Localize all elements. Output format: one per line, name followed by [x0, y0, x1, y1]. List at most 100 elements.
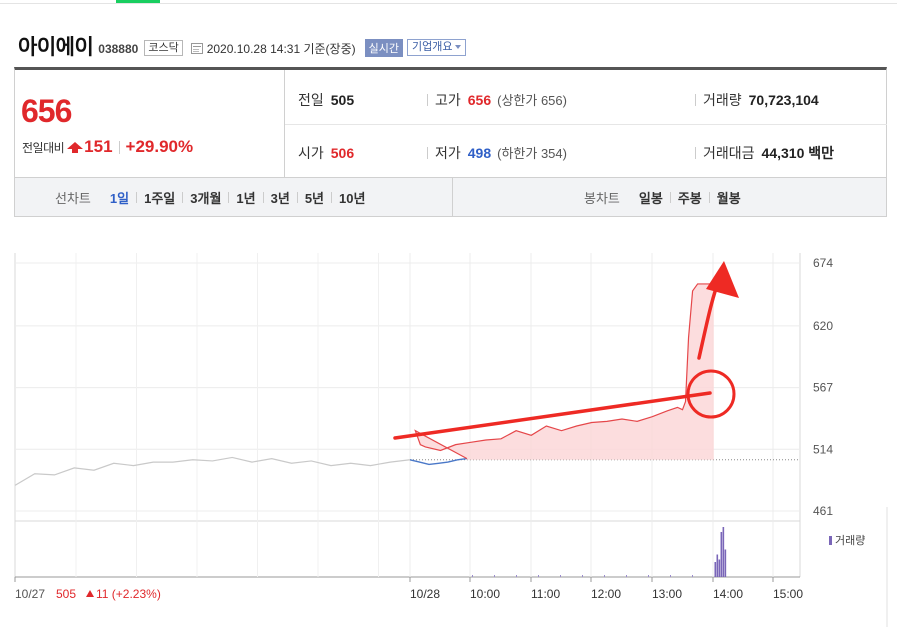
high-value: 656: [467, 92, 492, 108]
trade-amount-value: 44,310 백만: [761, 145, 835, 161]
row-divider: [285, 124, 887, 125]
stock-name: 아이에이: [18, 36, 94, 59]
volume-bar: [560, 575, 561, 577]
volume-bar: [716, 554, 719, 577]
current-price: 656: [21, 93, 72, 129]
divider: [427, 147, 428, 159]
company-overview-label: 기업개요: [412, 41, 453, 53]
calendar-icon: [190, 43, 203, 54]
volume-bar: [626, 575, 627, 577]
candle-chart-tabs: 봉차트 일봉 주봉 월봉: [584, 178, 748, 216]
stock-code: 038880: [98, 41, 139, 56]
trade-amount: 거래대금 44,310 백만: [703, 143, 834, 163]
tab-monthly-candle[interactable]: 월봉: [710, 188, 748, 207]
quote-summary: 656 전일대비 151 +29.90% 전일 505 고가 656 (상한가 …: [14, 67, 887, 178]
y-tick-label: 567: [813, 381, 833, 395]
line-chart-label: 선차트: [55, 190, 91, 206]
divider: [118, 140, 120, 154]
prev-close-value: 505: [330, 92, 355, 108]
x-tick-label: 15:00: [773, 587, 803, 601]
tab-10y[interactable]: 10년: [332, 188, 372, 207]
divider: [695, 94, 696, 106]
prev-day-date-label: 10/27: [15, 587, 45, 601]
volume-bar: [472, 575, 473, 577]
open-price: 시가 506: [298, 143, 354, 163]
up-triangle-icon: [86, 590, 94, 597]
high-price: 고가 656 (상한가 656): [435, 90, 567, 110]
volume-bar: [604, 575, 605, 577]
change-value: 151: [84, 137, 113, 156]
open-value: 506: [330, 145, 355, 161]
volume-bar: [714, 562, 717, 577]
change-row: 전일대비 151 +29.90%: [22, 137, 193, 157]
tab-group-divider: [452, 178, 453, 216]
tab-1d[interactable]: 1일: [103, 188, 136, 207]
volume-value: 70,723,104: [748, 92, 819, 108]
intraday-chart[interactable]: 674 620 567 514 461 거래량 10/28 10:00 11:00 12:00 13…: [0, 217, 897, 627]
volume-legend-label: 거래량: [835, 534, 865, 547]
change-percent: +29.90%: [125, 137, 194, 156]
volume-legend-swatch: [829, 536, 832, 545]
company-overview-button[interactable]: 기업개요: [407, 39, 467, 56]
volume-bar: [516, 575, 517, 577]
chart-period-tabs: 선차트 1일 1주일 3개월 1년 3년 5년 10년 봉차트 일봉 주봉 월봉: [14, 178, 887, 217]
volume-bar: [538, 575, 539, 577]
price-cell: 656 전일대비 151 +29.90%: [15, 70, 285, 178]
session-area: [415, 283, 714, 460]
tab-daily-candle[interactable]: 일봉: [632, 188, 670, 207]
high-label: 고가: [435, 92, 461, 108]
x-tick-label: 13:00: [652, 587, 682, 601]
tab-3m[interactable]: 3개월: [183, 188, 228, 207]
top-divider: [0, 3, 897, 4]
tab-1w[interactable]: 1주일: [137, 188, 182, 207]
low-value: 498: [467, 145, 492, 161]
volume-bar: [582, 575, 583, 577]
prev-close-label: 전일: [298, 92, 324, 108]
candle-chart-label: 봉차트: [584, 190, 620, 206]
y-tick-label: 461: [813, 504, 833, 518]
volume-bar: [670, 575, 671, 577]
realtime-button[interactable]: 실시간: [364, 38, 403, 57]
y-tick-label: 514: [813, 442, 833, 456]
prev-day-change-label: 11 (+2.23%): [96, 587, 161, 601]
volume-bar: [720, 532, 723, 577]
prev-day-close-label: 505: [56, 587, 76, 601]
volume: 거래량 70,723,104: [703, 90, 819, 110]
volume-bar: [718, 559, 721, 577]
open-label: 시가: [298, 145, 324, 161]
upper-limit: (상한가 656): [497, 93, 567, 108]
x-tick-label: 11:00: [531, 587, 560, 601]
volume-bar: [724, 549, 727, 577]
divider: [695, 147, 696, 159]
price-chart-svg: 674 620 567 514 461 거래량 10/28 10:00 11:00 12:00 13…: [14, 253, 888, 627]
y-tick-label: 674: [813, 256, 833, 270]
line-chart-tabs: 선차트 1일 1주일 3개월 1년 3년 5년 10년: [55, 178, 372, 216]
x-tick-label: 10/28: [410, 587, 440, 601]
timestamp: 2020.10.28 14:31 기준(장중): [206, 42, 356, 56]
volume-bar: [692, 575, 693, 577]
volume-label: 거래량: [703, 92, 742, 108]
low-label: 저가: [435, 145, 461, 161]
tab-1y[interactable]: 1년: [229, 188, 262, 207]
chevron-down-icon: [455, 45, 462, 50]
tab-weekly-candle[interactable]: 주봉: [671, 188, 709, 207]
volume-bar: [648, 575, 649, 577]
change-label: 전일대비: [22, 140, 65, 155]
market-badge: 코스닥: [144, 39, 183, 56]
low-price: 저가 498 (하한가 354): [435, 143, 567, 163]
prev-day-line: [14, 456, 411, 486]
tab-5y[interactable]: 5년: [298, 188, 331, 207]
x-tick-label: 10:00: [470, 587, 500, 601]
upper-limit-arrow-icon: [67, 141, 84, 153]
volume-bar: [494, 575, 495, 577]
volume-bar: [722, 527, 725, 577]
divider: [427, 94, 428, 106]
y-tick-label: 620: [813, 319, 833, 333]
x-tick-label: 12:00: [591, 587, 621, 601]
pre-open-line: [409, 457, 468, 466]
x-tick-label: 14:00: [713, 587, 743, 601]
trade-amount-label: 거래대금: [703, 145, 755, 161]
tab-3y[interactable]: 3년: [264, 188, 297, 207]
stock-header: 아이에이 038880 코스닥 2020.10.28 14:31 기준(장중) …: [18, 33, 467, 59]
lower-limit: (하한가 354): [497, 146, 567, 161]
